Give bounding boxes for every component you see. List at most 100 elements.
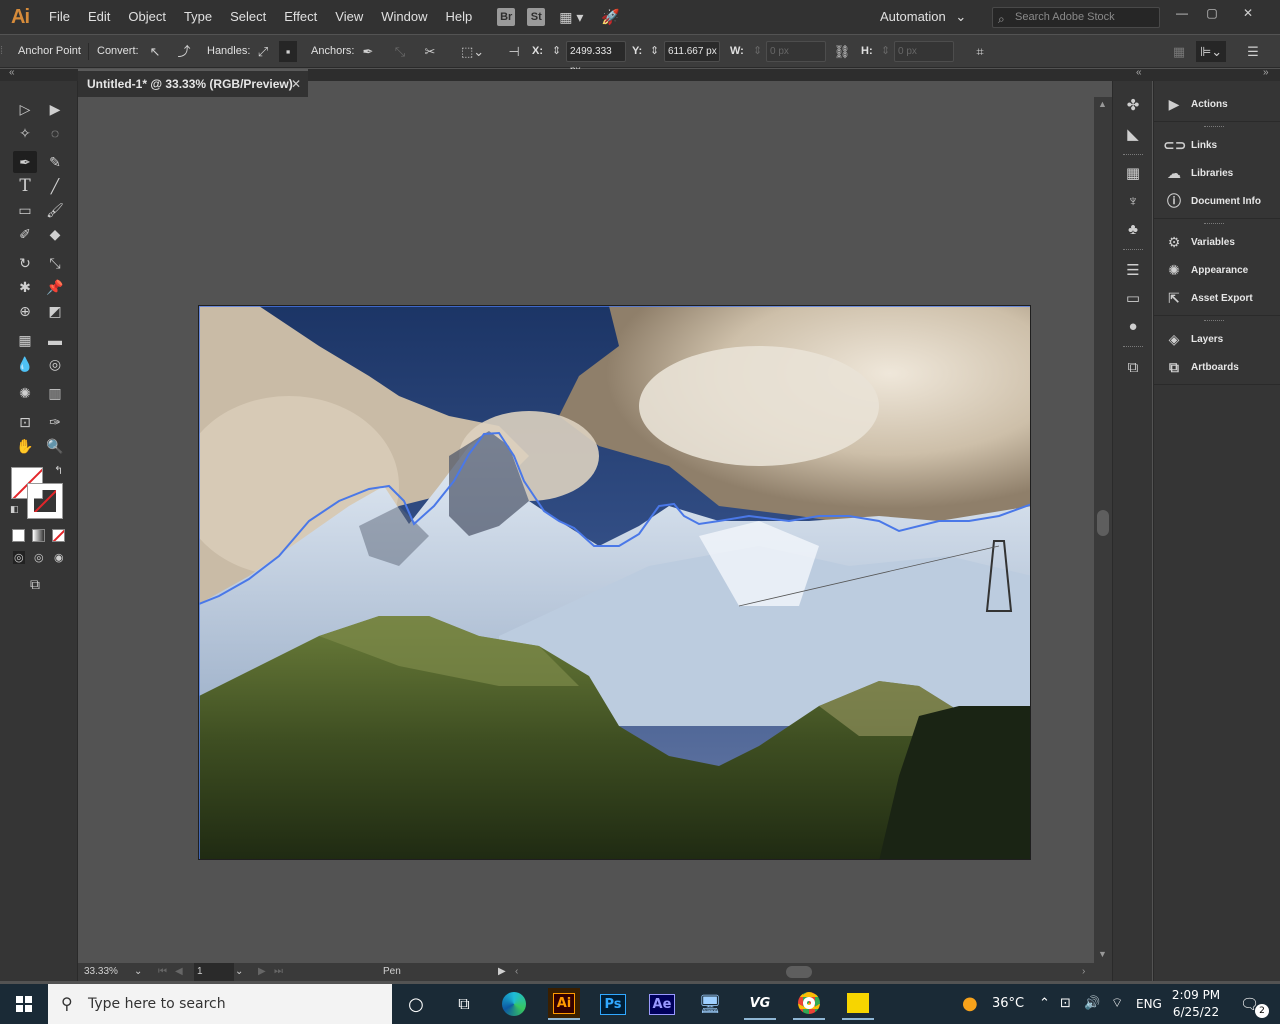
menu-edit[interactable]: Edit bbox=[79, 0, 119, 34]
panel-layers[interactable]: ◈ Layers bbox=[1154, 325, 1280, 353]
panel-libraries[interactable]: ☁ Libraries bbox=[1154, 159, 1280, 187]
sticky-notes-icon[interactable] bbox=[842, 988, 874, 1020]
selection-tool-icon[interactable]: ▷ bbox=[13, 98, 37, 120]
transform-panel-icon[interactable]: ⧉ bbox=[1122, 356, 1144, 378]
document-tab[interactable]: Untitled-1* @ 33.33% (RGB/Preview) ✕ bbox=[78, 69, 308, 97]
network-device-icon[interactable]: ⊡ bbox=[1060, 984, 1071, 1024]
blend-tool-icon[interactable]: ◎ bbox=[43, 353, 67, 375]
taskbar-search-box[interactable]: ⚲ Type here to search bbox=[48, 984, 392, 1024]
puppet-warp-tool-icon[interactable]: 📌 bbox=[43, 276, 67, 298]
scroll-right-icon[interactable]: › bbox=[1082, 963, 1085, 981]
edge-browser-icon[interactable] bbox=[498, 988, 530, 1020]
y-stepper-icon[interactable]: ⇕ bbox=[650, 35, 659, 68]
menu-file[interactable]: File bbox=[40, 0, 79, 34]
constrain-proportions-icon[interactable]: ⛓ bbox=[833, 35, 851, 68]
remove-anchor-icon[interactable]: ✒ bbox=[359, 35, 377, 68]
weather-icon[interactable]: ● bbox=[962, 984, 978, 1024]
perspective-grid-tool-icon[interactable]: ◩ bbox=[43, 300, 67, 322]
type-tool-icon[interactable]: T bbox=[13, 175, 37, 197]
cut-path-icon[interactable]: ✂ bbox=[421, 35, 439, 68]
h-field[interactable]: 0 px bbox=[894, 41, 954, 62]
status-menu-icon[interactable]: ▶ bbox=[498, 963, 506, 981]
bridge-button[interactable]: Br bbox=[497, 8, 516, 26]
draw-normal-icon[interactable]: ◎ bbox=[13, 551, 25, 564]
menu-window[interactable]: Window bbox=[372, 0, 436, 34]
stroke-icon[interactable]: ☰ bbox=[1122, 259, 1144, 281]
screen-mode-icon[interactable]: ⧉ bbox=[30, 576, 40, 593]
show-handles-icon[interactable]: ⤢ bbox=[254, 35, 272, 68]
gpu-performance-icon[interactable]: 🚀 bbox=[601, 8, 620, 26]
artboard-dropdown-icon[interactable]: ⌄ bbox=[235, 963, 243, 981]
swatches-icon[interactable]: ▦ bbox=[1122, 162, 1144, 184]
align-icon[interactable]: ⊣ bbox=[505, 35, 523, 68]
pen-tool-icon[interactable]: ✒ bbox=[13, 151, 37, 173]
vertical-scrollbar[interactable]: ▲ ▼ bbox=[1094, 97, 1112, 963]
brushes-icon[interactable]: ♆ bbox=[1122, 190, 1144, 212]
symbol-sprayer-tool-icon[interactable]: ✺ bbox=[13, 382, 37, 404]
stock-search-input[interactable]: ⌕ Search Adobe Stock bbox=[992, 7, 1160, 28]
menu-effect[interactable]: Effect bbox=[275, 0, 326, 34]
default-fill-stroke-icon[interactable]: ◧ bbox=[10, 504, 19, 515]
artboard-number-field[interactable]: 1 bbox=[194, 963, 234, 981]
scroll-down-icon[interactable]: ▼ bbox=[1098, 949, 1107, 959]
clock[interactable]: 2:09 PM 6/25/22 bbox=[1158, 987, 1234, 1021]
temperature-label[interactable]: 36°C bbox=[992, 984, 1024, 1024]
maximize-button[interactable]: ▢ bbox=[1198, 5, 1226, 23]
scroll-up-icon[interactable]: ▲ bbox=[1098, 99, 1107, 109]
w-stepper-icon[interactable]: ⇕ bbox=[753, 35, 762, 68]
menu-type[interactable]: Type bbox=[175, 0, 221, 34]
close-document-icon[interactable]: ✕ bbox=[291, 71, 301, 97]
paintbrush-tool-icon[interactable]: 🖌 bbox=[43, 199, 67, 221]
eyedropper-tool-icon[interactable]: 💧 bbox=[13, 353, 37, 375]
first-artboard-icon[interactable]: ⏮ bbox=[158, 963, 167, 981]
menu-help[interactable]: Help bbox=[436, 0, 481, 34]
last-artboard-icon[interactable]: ⏭ bbox=[274, 963, 283, 981]
task-view-icon[interactable]: ⧉ bbox=[448, 988, 480, 1020]
slice-tool-icon[interactable]: ✑ bbox=[43, 411, 67, 433]
color-mode-button[interactable] bbox=[12, 529, 25, 542]
menu-view[interactable]: View bbox=[326, 0, 372, 34]
magic-wand-tool-icon[interactable]: ✧ bbox=[13, 122, 37, 144]
y-field[interactable]: 611.667 px bbox=[664, 41, 720, 62]
isolate-icon[interactable]: ▦ bbox=[1170, 35, 1188, 68]
transparency-icon[interactable]: ● bbox=[1122, 315, 1144, 337]
chrome-browser-icon[interactable] bbox=[793, 988, 825, 1020]
close-window-button[interactable]: ✕ bbox=[1234, 5, 1262, 23]
scale-tool-icon[interactable]: ⤡ bbox=[43, 252, 67, 274]
hide-handles-icon[interactable]: ▪ bbox=[279, 41, 297, 62]
wifi-icon[interactable]: ⌔ bbox=[1111, 984, 1123, 1024]
warp-tool-icon[interactable]: ✱ bbox=[13, 276, 37, 298]
rotate-tool-icon[interactable]: ↻ bbox=[13, 252, 37, 274]
draw-behind-icon[interactable]: ◎ bbox=[34, 551, 44, 564]
direct-selection-tool-icon[interactable]: ▶ bbox=[43, 98, 67, 120]
gradient-icon[interactable]: ▭ bbox=[1122, 287, 1144, 309]
vertical-scroll-thumb[interactable] bbox=[1097, 510, 1109, 536]
menu-object[interactable]: Object bbox=[119, 0, 175, 34]
stroke-swatch[interactable] bbox=[27, 483, 63, 519]
zoom-field[interactable]: 33.33% bbox=[84, 963, 130, 981]
panel-appearance[interactable]: ✺ Appearance bbox=[1154, 256, 1280, 284]
draw-inside-icon[interactable]: ◉ bbox=[54, 551, 64, 564]
prev-artboard-icon[interactable]: ◀ bbox=[175, 963, 183, 981]
scroll-left-icon[interactable]: ‹ bbox=[515, 963, 518, 981]
panel-actions[interactable]: ▶ Actions bbox=[1154, 90, 1280, 118]
panel-menu-icon[interactable]: ☰ bbox=[1244, 35, 1262, 68]
gradient-tool-icon[interactable]: ▬ bbox=[43, 329, 67, 351]
expand-dock-icon[interactable]: « bbox=[1136, 67, 1142, 78]
taskbar-vg[interactable]: VG bbox=[744, 988, 776, 1020]
panel-artboards[interactable]: ⧉ Artboards bbox=[1154, 353, 1280, 381]
shape-builder-tool-icon[interactable]: ⊕ bbox=[13, 300, 37, 322]
start-button[interactable] bbox=[0, 984, 48, 1024]
none-mode-button[interactable] bbox=[52, 529, 65, 542]
zoom-tool-icon[interactable]: 🔍 bbox=[43, 435, 67, 457]
convert-to-corner-icon[interactable]: ↖ bbox=[146, 35, 164, 68]
panel-document-info[interactable]: ⓘ Document Info bbox=[1154, 187, 1280, 215]
x-stepper-icon[interactable]: ⇕ bbox=[552, 35, 561, 68]
color-guide-icon[interactable]: ✤ bbox=[1122, 94, 1144, 116]
arrange-documents-icon[interactable]: ▦ ▾ bbox=[559, 9, 583, 26]
menu-select[interactable]: Select bbox=[221, 0, 275, 34]
transform-icon[interactable]: ⌗ bbox=[971, 35, 989, 68]
zoom-dropdown-icon[interactable]: ⌄ bbox=[134, 963, 142, 981]
panel-variables[interactable]: ⚙ Variables bbox=[1154, 228, 1280, 256]
cortana-icon[interactable]: ○ bbox=[400, 988, 432, 1020]
